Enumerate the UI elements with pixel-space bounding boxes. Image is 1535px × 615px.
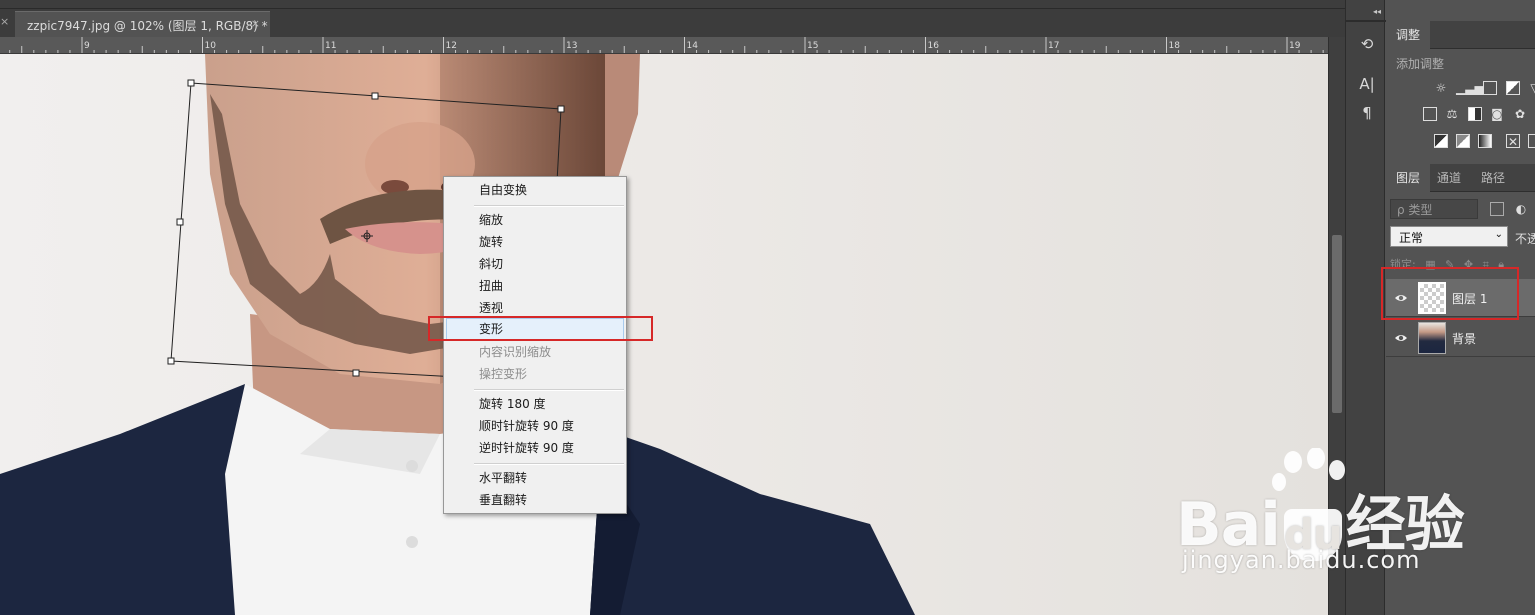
- tab-adjustments[interactable]: 调整: [1386, 21, 1431, 49]
- suit-jacket-left: [0, 384, 245, 615]
- ruler-label: 17: [1048, 41, 1059, 51]
- vibrance-icon[interactable]: ▽: [1528, 81, 1535, 95]
- ruler-label: 10: [205, 41, 217, 51]
- curves-icon[interactable]: [1483, 81, 1497, 95]
- exposure-icon[interactable]: [1506, 81, 1520, 95]
- ruler-label: 9: [84, 41, 90, 51]
- layer-row[interactable]: 背景: [1386, 319, 1535, 357]
- menu-item-rotate-90-cw[interactable]: 顺时针旋转 90 度: [446, 415, 624, 437]
- menu-separator: [474, 463, 624, 465]
- adjustments-title: 添加调整: [1396, 57, 1445, 71]
- photoshop-window: × zzpic7947.jpg @ 102% (图层 1, RGB/8) * ×…: [0, 0, 1535, 615]
- ruler-label: 19: [1289, 41, 1301, 51]
- chevron-down-icon: ⌄: [1494, 229, 1503, 240]
- menu-item-free-transform[interactable]: 自由变换: [446, 179, 624, 201]
- layer-thumbnail: [1418, 322, 1446, 354]
- transform-handle[interactable]: [352, 369, 360, 377]
- ruler-label: 14: [687, 41, 699, 51]
- horizontal-ruler: 9 10 11 12 13 14 15 16 17 18 19: [0, 37, 1330, 54]
- invert-icon[interactable]: [1434, 134, 1448, 148]
- highlight-annotation: [1381, 267, 1519, 320]
- menu-item-puppet-warp: 操控变形: [479, 367, 528, 381]
- menu-item-flip-horizontal[interactable]: 水平翻转: [446, 467, 624, 489]
- ruler-label: 11: [325, 41, 336, 51]
- menu-separator: [474, 389, 624, 391]
- tab-paths[interactable]: 路径: [1471, 164, 1515, 192]
- ruler-label: 13: [566, 41, 577, 51]
- blend-mode-select[interactable]: 正常 ⌄: [1390, 226, 1508, 247]
- brightness-icon[interactable]: ☼: [1434, 81, 1448, 95]
- collapse-icon[interactable]: ◂◂: [1373, 7, 1381, 16]
- baidu-jingyan-watermark: Baidu经验 jingyan.baidu.com: [1176, 448, 1466, 584]
- highlight-annotation: [428, 316, 653, 341]
- selective-color-icon[interactable]: ✕: [1506, 134, 1520, 149]
- levels-icon[interactable]: ▁▃▅: [1456, 81, 1484, 95]
- tab-layers[interactable]: 图层: [1386, 164, 1431, 192]
- document-canvas[interactable]: [0, 54, 1328, 615]
- menu-item-skew[interactable]: 斜切: [446, 253, 624, 275]
- menu-item-rotate-180[interactable]: 旋转 180 度: [446, 393, 624, 415]
- previous-tab-close-icon[interactable]: ×: [0, 15, 12, 28]
- menu-item-distort[interactable]: 扭曲: [446, 275, 624, 297]
- scrollbar-thumb[interactable]: [1332, 235, 1342, 413]
- transform-handle[interactable]: [176, 218, 184, 226]
- layer-name[interactable]: 背景: [1452, 330, 1476, 347]
- menu-item-scale[interactable]: 缩放: [446, 209, 624, 231]
- black-white-icon[interactable]: [1468, 107, 1482, 121]
- menu-separator: [474, 205, 624, 207]
- tab-channels[interactable]: 通道: [1427, 164, 1471, 192]
- menu-item-rotate[interactable]: 旋转: [446, 231, 624, 253]
- character-icon[interactable]: A|: [1356, 73, 1378, 95]
- menu-item-flip-vertical[interactable]: 垂直翻转: [446, 489, 624, 511]
- ruler-label: 18: [1169, 41, 1181, 51]
- transform-handle[interactable]: [371, 92, 379, 100]
- filter-adjustment-icon[interactable]: ◐: [1514, 202, 1528, 216]
- ruler-ticks: 9 10 11 12 13 14 15 16 17 18 19: [9, 37, 1324, 53]
- ruler-label: 15: [807, 41, 818, 51]
- document-tab-bar: × zzpic7947.jpg @ 102% (图层 1, RGB/8) * ×: [0, 9, 1345, 37]
- color-balance-icon[interactable]: ⚖: [1445, 107, 1459, 121]
- hue-saturation-icon[interactable]: [1423, 107, 1437, 121]
- ruler-label: 12: [446, 41, 457, 51]
- history-icon[interactable]: ⟲: [1356, 33, 1378, 55]
- close-icon[interactable]: ×: [251, 17, 260, 30]
- posterize-icon[interactable]: [1456, 134, 1470, 148]
- watermark-url: jingyan.baidu.com: [1182, 546, 1421, 574]
- gradient-map-icon[interactable]: [1528, 134, 1535, 148]
- transform-handle[interactable]: [167, 357, 175, 365]
- channel-mixer-icon[interactable]: ✿: [1513, 107, 1527, 121]
- menu-item-content-aware-scale: 内容识别缩放: [479, 345, 552, 359]
- photo-filter-icon[interactable]: ◙: [1490, 107, 1504, 121]
- transform-handle[interactable]: [187, 79, 195, 87]
- photo-layer: [0, 54, 915, 615]
- transform-handle[interactable]: [557, 105, 565, 113]
- document-tab-title: zzpic7947.jpg @ 102% (图层 1, RGB/8) *: [27, 19, 268, 33]
- opacity-label[interactable]: 不透: [1515, 230, 1535, 247]
- eye-icon[interactable]: [1394, 331, 1408, 345]
- transform-context-menu: 自由变换 缩放 旋转 斜切 扭曲 透视 变形 内容识别缩放 操控变形 旋转 18…: [443, 176, 627, 514]
- blend-mode-value: 正常: [1399, 231, 1424, 245]
- layers-panel-header: 图层 通道 路径: [1386, 164, 1535, 192]
- adjustments-panel-header: 调整: [1386, 21, 1535, 49]
- paragraph-icon[interactable]: ¶: [1356, 102, 1378, 124]
- threshold-icon[interactable]: [1478, 134, 1492, 148]
- dock-grip[interactable]: [1346, 20, 1386, 22]
- options-bar-remnant: [0, 0, 1345, 9]
- ruler-label: 16: [928, 41, 940, 51]
- menu-item-rotate-90-ccw[interactable]: 逆时针旋转 90 度: [446, 437, 624, 459]
- filter-image-icon[interactable]: [1490, 202, 1504, 216]
- document-tab[interactable]: zzpic7947.jpg @ 102% (图层 1, RGB/8) * ×: [15, 11, 270, 37]
- layer-filter-select[interactable]: ρ 类型: [1390, 199, 1478, 219]
- shirt-button: [406, 460, 418, 472]
- shirt-button: [406, 536, 418, 548]
